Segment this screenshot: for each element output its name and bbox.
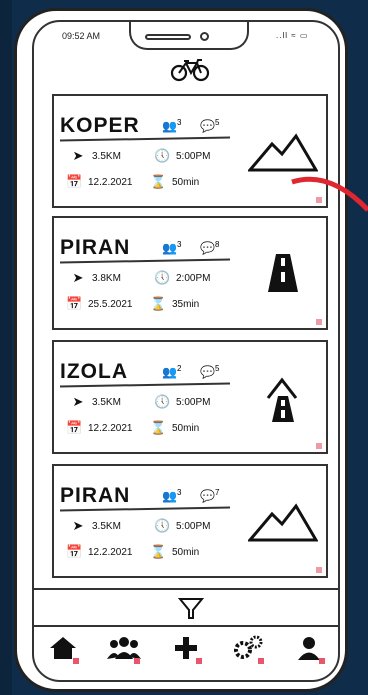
participants-count: 3: [176, 240, 182, 249]
clock-icon: 🕔: [154, 148, 171, 163]
speaker: [145, 34, 191, 40]
ride-card[interactable]: PIRAN 👥3 💬7 ➤ 3.5KM 🕔 5:00PM 📅 12.2.2021 ⌛ 5…: [52, 464, 328, 578]
participants-count: 3: [176, 488, 182, 497]
date-row: 📅 12.2.2021: [66, 420, 133, 436]
nav-marker: [72, 658, 79, 664]
ride-duration: 50min: [172, 546, 200, 558]
duration-row: ⌛ 50min: [150, 174, 199, 190]
duration-row: ⌛ 35min: [150, 296, 199, 312]
mountain-road-icon: [266, 377, 298, 422]
ride-city: IZOLA: [60, 360, 128, 383]
distance-row: ➤ 3.5KM: [70, 394, 121, 410]
ride-duration: 35min: [172, 298, 200, 310]
calendar-icon: 📅: [66, 420, 83, 435]
hourglass-icon: ⌛: [150, 544, 167, 559]
hourglass-icon: ⌛: [150, 296, 167, 311]
calendar-icon: 📅: [66, 544, 83, 559]
nav-home[interactable]: [41, 628, 85, 668]
comments-icon: 💬8: [200, 240, 220, 255]
participants-icon: 👥3: [162, 240, 182, 255]
nav-add[interactable]: [164, 628, 208, 668]
calendar-icon: 📅: [66, 296, 83, 311]
ride-time: 2:00PM: [176, 272, 211, 284]
distance-row: ➤ 3.5KM: [70, 518, 121, 534]
time-row: 🕔 5:00PM: [154, 518, 210, 534]
hourglass-icon: ⌛: [150, 174, 167, 189]
time-row: 🕔 5:00PM: [154, 148, 210, 164]
direction-icon: ➤: [72, 518, 84, 533]
corner-marker: [316, 443, 322, 449]
ride-city: PIRAN: [60, 236, 131, 259]
ride-card[interactable]: KOPER 👥3 💬5 ➤ 3.5KM 🕔 5:00PM 📅 12.2.2021 ⌛ 5…: [52, 94, 328, 208]
ride-distance: 3.5KM: [92, 150, 121, 162]
ride-city: KOPER: [60, 114, 140, 137]
nav-profile[interactable]: [287, 628, 331, 668]
participants-icon: 👥3: [162, 118, 182, 133]
annotation-arrow: [291, 176, 368, 212]
ride-date: 12.2.2021: [88, 422, 133, 434]
ride-time: 5:00PM: [176, 396, 211, 408]
participants-count: 2: [176, 364, 182, 373]
nav-marker: [319, 658, 326, 664]
ride-card[interactable]: PIRAN 👥3 💬8 ➤ 3.8KM 🕔 2:00PM 📅 25.5.2021 ⌛ 3…: [52, 216, 328, 330]
participants-icon: 👥2: [162, 364, 182, 379]
participants-count: 3: [176, 118, 182, 127]
ride-date: 12.2.2021: [88, 176, 133, 188]
ride-distance: 3.5KM: [92, 396, 121, 408]
clock-icon: 🕔: [154, 394, 171, 409]
comments-icon: 💬7: [200, 488, 220, 503]
hourglass-icon: ⌛: [150, 420, 167, 435]
corner-marker: [316, 319, 322, 325]
comments-icon: 💬5: [200, 118, 220, 133]
nav-marker: [195, 658, 202, 664]
clock-icon: 🕔: [154, 270, 171, 285]
date-row: 📅 12.2.2021: [66, 544, 133, 560]
distance-row: ➤ 3.5KM: [70, 148, 121, 164]
ride-duration: 50min: [172, 176, 200, 188]
direction-icon: ➤: [72, 270, 84, 285]
ride-date: 25.5.2021: [88, 298, 133, 310]
status-icons: ..ll ≈ ▭: [276, 31, 309, 40]
comments-count: 7: [214, 488, 220, 497]
bottom-nav: [32, 625, 340, 669]
distance-row: ➤ 3.8KM: [70, 270, 121, 286]
comments-count: 5: [214, 118, 220, 127]
ride-distance: 3.5KM: [92, 520, 121, 532]
calendar-icon: 📅: [66, 174, 83, 189]
time-row: 🕔 5:00PM: [154, 394, 210, 410]
nav-groups[interactable]: [102, 628, 146, 668]
clock-icon: 🕔: [154, 518, 171, 533]
nav-marker: [134, 658, 141, 664]
ride-distance: 3.8KM: [92, 272, 121, 284]
nav-settings[interactable]: [226, 628, 270, 668]
ride-time: 5:00PM: [176, 150, 211, 162]
ride-city: PIRAN: [60, 484, 131, 507]
road-icon: [268, 254, 298, 292]
ride-date: 12.2.2021: [88, 546, 133, 558]
time-row: 🕔 2:00PM: [154, 270, 210, 286]
comments-count: 5: [214, 364, 220, 373]
ride-card[interactable]: IZOLA 👥2 💬5 ➤ 3.5KM 🕔 5:00PM 📅 12.2.2021 ⌛ 5…: [52, 340, 328, 454]
date-row: 📅 25.5.2021: [66, 296, 133, 312]
ride-duration: 50min: [172, 422, 200, 434]
comments-icon: 💬5: [200, 364, 220, 379]
ride-time: 5:00PM: [176, 520, 211, 532]
status-time: 09:52 AM: [62, 31, 101, 41]
camera: [200, 32, 209, 41]
direction-icon: ➤: [72, 394, 84, 409]
background-strip: [0, 0, 12, 695]
comments-count: 8: [214, 240, 220, 249]
corner-marker: [316, 567, 322, 573]
nav-marker: [257, 658, 264, 664]
filter-icon[interactable]: [178, 596, 204, 622]
participants-icon: 👥3: [162, 488, 182, 503]
mountain-icon: [248, 503, 318, 542]
bicycle-icon: [170, 59, 210, 82]
direction-icon: ➤: [72, 148, 84, 163]
date-row: 📅 12.2.2021: [66, 174, 133, 190]
duration-row: ⌛ 50min: [150, 420, 199, 436]
duration-row: ⌛ 50min: [150, 544, 199, 560]
